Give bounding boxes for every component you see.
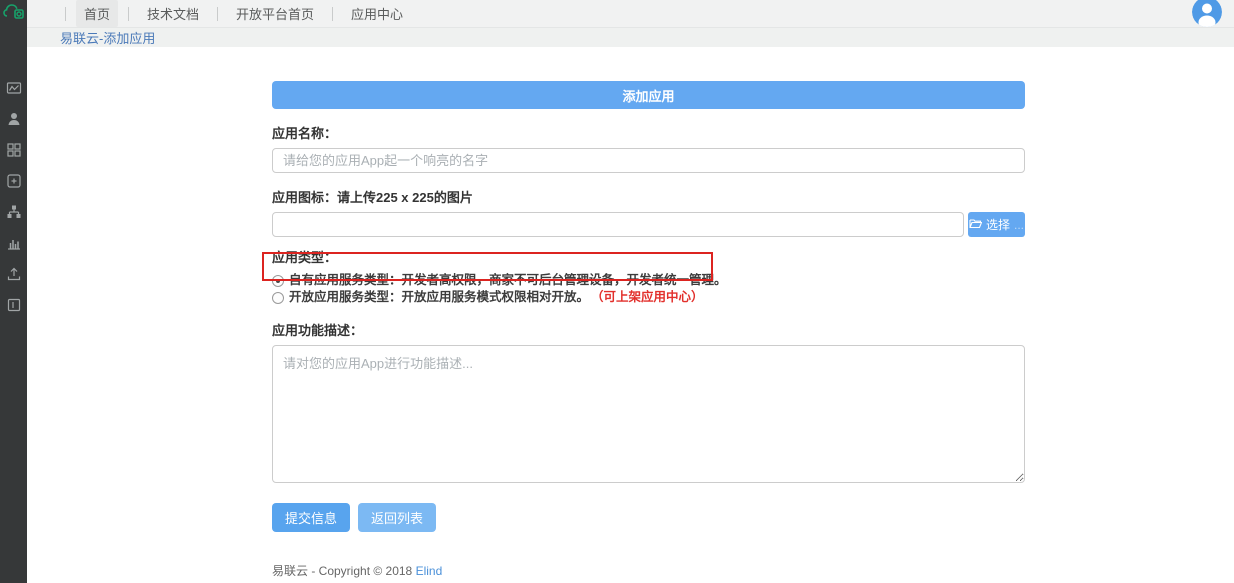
form-actions: 提交信息 返回列表: [272, 503, 1025, 532]
footer-copyright-text: 易联云 - Copyright © 2018: [272, 564, 416, 578]
main-area: 首页 技术文档 开放平台首页 应用中心 易联云-添加应用 添加应用 应用名称： …: [27, 0, 1234, 583]
radio-open-service-note: （可上架应用中心）: [591, 290, 704, 304]
radio-own-service[interactable]: [272, 274, 284, 287]
choose-file-dots: ...: [1014, 217, 1025, 232]
nav-separator: [128, 6, 130, 21]
radio-open-service-label: 开放应用服务类型：开放应用服务模式权限相对开放。: [289, 290, 590, 304]
nav-item-app-center[interactable]: 应用中心: [343, 0, 411, 27]
apps-grid-icon[interactable]: [6, 142, 22, 158]
submit-button[interactable]: 提交信息: [272, 503, 351, 532]
dashboard-icon[interactable]: [6, 80, 22, 96]
add-app-icon[interactable]: [6, 173, 22, 189]
user-avatar[interactable]: [1192, 0, 1222, 27]
content: 添加应用 应用名称： 应用图标：请上传225 x 225的图片 选择 ...: [27, 47, 1234, 583]
app-icon-label: 应用图标：请上传225 x 225的图片: [272, 190, 473, 205]
app-desc-textarea[interactable]: [272, 345, 1025, 483]
back-to-list-button[interactable]: 返回列表: [358, 503, 437, 532]
page: 首页 技术文档 开放平台首页 应用中心 易联云-添加应用 添加应用 应用名称： …: [0, 0, 1234, 583]
radio-open-service[interactable]: [272, 291, 284, 304]
statistics-icon[interactable]: [6, 235, 22, 251]
nav-separator: [217, 6, 219, 21]
nav-separator: [332, 6, 334, 21]
radio-row-open-service: 开放应用服务类型：开放应用服务模式权限相对开放。 （可上架应用中心）: [272, 289, 1025, 306]
sidebar-icon-menu: [6, 80, 22, 313]
footer-copyright: 易联云 - Copyright © 2018 Elind: [272, 563, 1025, 580]
nav-item-open-platform[interactable]: 开放平台首页: [228, 0, 322, 27]
user-icon[interactable]: [6, 111, 22, 127]
radio-own-service-label: 自有应用服务类型：开发者高权限，商家不可后台管理设备，开发者统一管理。: [289, 273, 727, 287]
nav-item-home[interactable]: 首页: [76, 0, 119, 27]
top-navbar: 首页 技术文档 开放平台首页 应用中心: [27, 0, 1234, 28]
device-tree-icon[interactable]: [6, 204, 22, 220]
breadcrumb-bar: 易联云-添加应用: [27, 28, 1234, 47]
sidebar: [0, 0, 27, 583]
nav-item-tech-docs[interactable]: 技术文档: [139, 0, 207, 27]
form-title: 添加应用: [272, 81, 1025, 109]
app-desc-label: 应用功能描述：: [272, 323, 364, 338]
app-icon-file-row: 选择 ...: [272, 212, 1025, 237]
app-type-label: 应用类型：: [272, 250, 338, 265]
footer: 易联云 - Copyright © 2018 Elind Powered by …: [272, 563, 1025, 583]
upload-icon[interactable]: [6, 266, 22, 282]
app-name-input[interactable]: [272, 148, 1025, 173]
choose-file-label: 选择: [985, 218, 1010, 232]
breadcrumb[interactable]: 易联云-添加应用: [60, 28, 155, 47]
add-app-form: 添加应用 应用名称： 应用图标：请上传225 x 225的图片 选择 ...: [262, 47, 1025, 583]
app-type-section: 应用类型： 自有应用服务类型：开发者高权限，商家不可后台管理设备，开发者统一管理…: [262, 247, 1025, 306]
footer-elind-link[interactable]: Elind: [416, 564, 443, 578]
app-icon-path-input[interactable]: [272, 212, 964, 237]
choose-file-button[interactable]: 选择 ...: [968, 212, 1025, 237]
app-logo-cloud-icon[interactable]: [2, 1, 26, 21]
panel-icon[interactable]: [6, 297, 22, 313]
app-name-label: 应用名称：: [272, 126, 338, 141]
folder-icon: [969, 218, 983, 232]
nav-separator: [65, 6, 66, 21]
radio-row-own-service: 自有应用服务类型：开发者高权限，商家不可后台管理设备，开发者统一管理。: [272, 272, 1025, 289]
